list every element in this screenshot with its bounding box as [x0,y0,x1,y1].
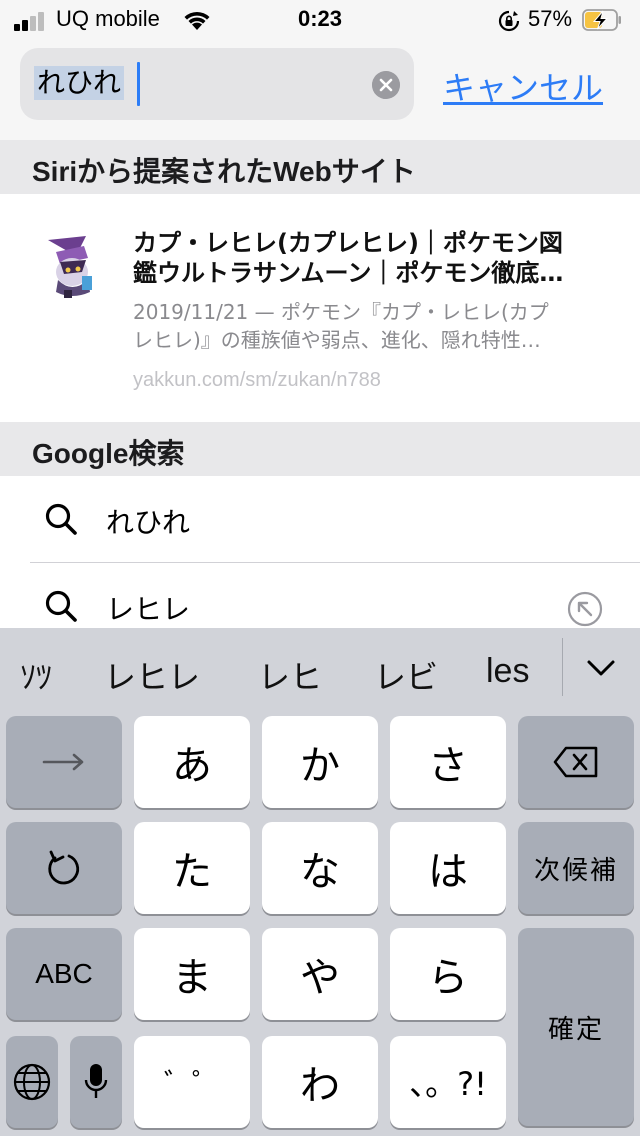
confirm-key[interactable]: 確定 [518,928,634,1126]
status-bar: UQ mobile 0:23 57% [0,0,640,40]
next-candidate-key[interactable]: 次候補 [518,822,634,914]
fill-query-arrow-icon[interactable] [567,591,603,627]
google-section-title: Google検索 [32,438,185,469]
divider [562,638,563,696]
search-suggestion-item[interactable]: れひれ [0,476,640,562]
search-query-text[interactable]: れひれ [34,66,125,100]
siri-section-header: Siriから提案されたWebサイト [0,140,640,194]
candidate-item[interactable]: レヒレ [104,652,200,698]
key-ma[interactable]: ま [134,928,250,1020]
key-punctuation[interactable]: 、。?! [390,1036,506,1128]
abc-key[interactable]: ABC [6,928,122,1020]
globe-key[interactable] [6,1036,58,1128]
next-cursor-key[interactable] [6,716,122,808]
undo-icon [48,850,80,885]
rotation-lock-icon [498,10,520,32]
search-icon [45,503,77,535]
key-a[interactable]: あ [134,716,250,808]
search-input[interactable]: れひれ [20,48,414,120]
candidate-item[interactable]: レヒ [258,652,322,698]
key-wa[interactable]: わ [262,1036,378,1128]
battery-percentage: 57% [528,6,573,31]
siri-suggested-result[interactable]: カプ・レヒレ(カプレヒレ)｜ポケモン図 鑑ウルトラサンムーン｜ポケモン徹底… 2… [0,194,640,422]
undo-key[interactable] [6,822,122,914]
result-url: yakkun.com/sm/zukan/n788 [133,369,381,391]
battery-charging-icon [582,9,621,31]
key-ta[interactable]: た [134,822,250,914]
chevron-down-icon[interactable] [586,658,616,678]
candidate-bar: ｿﾂ レヒレ レヒ レビ les [0,628,640,716]
key-ya[interactable]: や [262,928,378,1020]
key-ra[interactable]: ら [390,928,506,1020]
arrow-right-icon [42,753,84,771]
key-sa[interactable]: さ [390,716,506,808]
google-section-header: Google検索 [0,422,640,476]
key-na[interactable]: な [262,822,378,914]
dictation-key[interactable] [70,1036,122,1128]
key-ha[interactable]: は [390,822,506,914]
search-icon [45,590,77,622]
suggestion-text: レヒレ [106,593,191,626]
japanese-kana-keyboard: ｿﾂ レヒレ レヒ レビ les あ か さ た な は 次候補 ABC ま や… [0,628,640,1136]
clear-text-icon[interactable] [372,71,400,99]
backspace-key[interactable] [518,716,634,808]
candidate-item[interactable]: レビ [374,652,438,698]
candidate-item[interactable]: ｿﾂ [20,652,52,698]
microphone-icon [84,1064,108,1098]
pokemon-favicon-icon [48,236,92,298]
siri-section-title: Siriから提案されたWebサイト [32,156,416,187]
text-caret [137,62,140,106]
key-ka[interactable]: か [262,716,378,808]
globe-icon [13,1063,51,1101]
result-title[interactable]: カプ・レヒレ(カプレヒレ)｜ポケモン図 鑑ウルトラサンムーン｜ポケモン徹底… [133,228,613,288]
search-suggestion-item[interactable]: レヒレ [0,563,640,628]
key-dakuten[interactable]: ゛゜ [134,1036,250,1128]
cancel-button[interactable]: キャンセル [443,63,603,109]
backspace-icon [553,746,598,778]
suggestion-text: れひれ [106,506,191,539]
search-bar: れひれ キャンセル [0,40,640,140]
result-snippet: 2019/11/21 — ポケモン『カプ・レヒレ(カプ レヒレ)』の種族値や弱点… [133,300,549,352]
candidate-item[interactable]: les [486,652,529,691]
